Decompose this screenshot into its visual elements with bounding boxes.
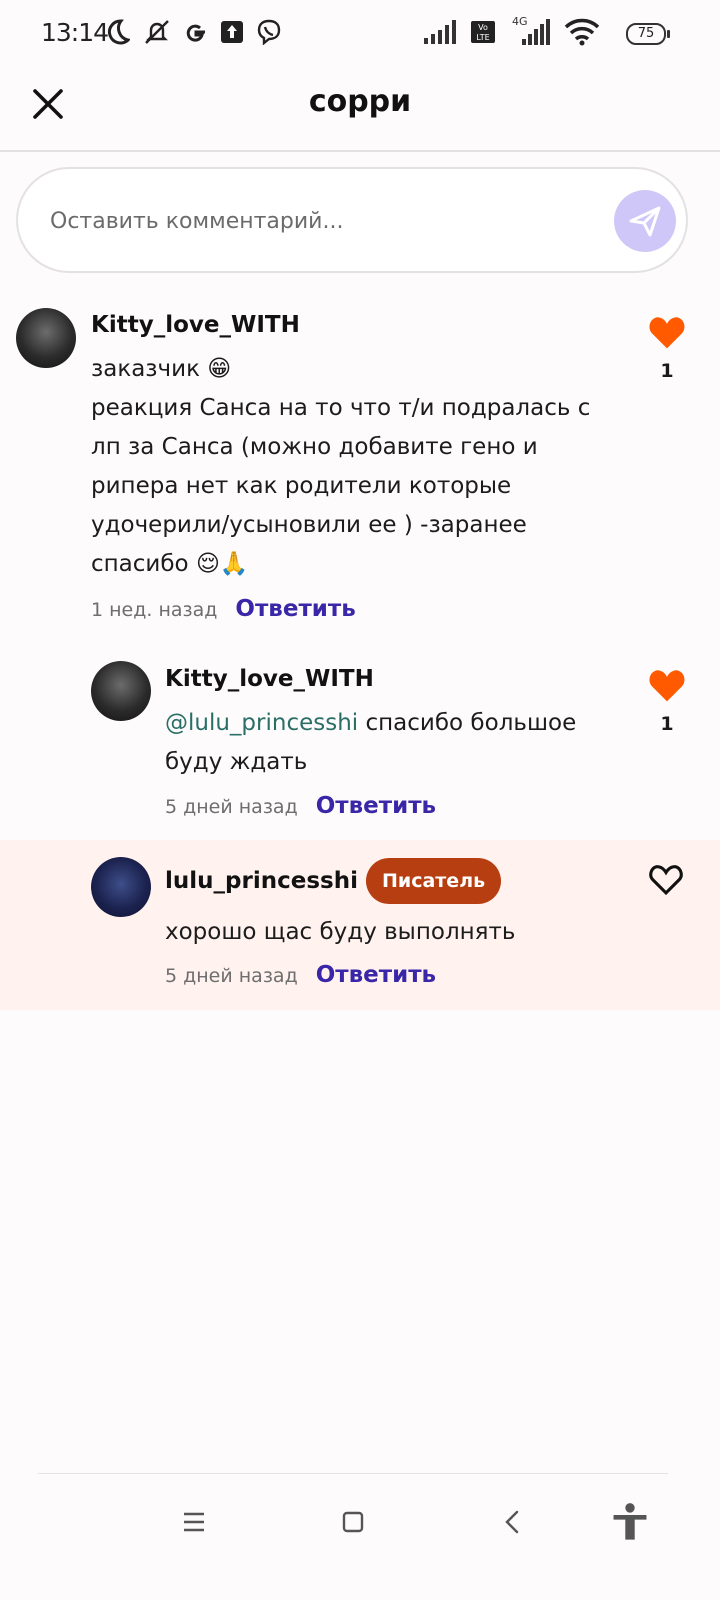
menu-icon[interactable] — [177, 1505, 211, 1539]
send-button[interactable] — [614, 190, 676, 252]
moon-icon — [108, 19, 130, 45]
comment-time: 5 дней назад — [165, 796, 298, 818]
comment-username[interactable]: Kitty_love_WITH — [91, 312, 300, 338]
google-icon — [186, 24, 205, 42]
comment-text: хорошо щас буду выполнять — [165, 919, 516, 945]
like-heart-icon[interactable] — [647, 314, 687, 350]
comment-input[interactable] — [48, 200, 592, 242]
reply-button[interactable]: Ответить — [316, 793, 436, 819]
wifi-icon — [564, 18, 600, 46]
signal-icon — [424, 20, 456, 44]
volte-icon: VoLTE — [471, 21, 495, 43]
svg-text:Vo: Vo — [478, 23, 488, 32]
comment-input-container — [16, 167, 688, 273]
writer-badge: Писатель — [366, 858, 502, 904]
header: сорри — [0, 70, 720, 152]
accessibility-icon[interactable] — [610, 1500, 650, 1544]
mention-link[interactable]: @lulu_princesshi — [165, 710, 358, 736]
comment-username[interactable]: Kitty_love_WITH — [165, 666, 374, 692]
viber-icon — [257, 19, 281, 45]
comment-text: @lulu_princesshi спасибо большое буду жд… — [165, 704, 605, 782]
battery-level: 75 — [637, 26, 655, 41]
comment-time: 1 нед. назад — [91, 599, 218, 621]
comment-username[interactable]: lulu_princesshi — [165, 868, 358, 894]
reply-button[interactable]: Ответить — [235, 596, 355, 622]
avatar[interactable] — [16, 308, 76, 368]
comment-time: 5 дней назад — [165, 965, 298, 987]
reply-button[interactable]: Ответить — [316, 962, 436, 988]
status-time: 13:14 — [41, 18, 109, 47]
battery-icon: 75 — [626, 23, 670, 45]
avatar[interactable] — [91, 661, 151, 721]
home-square-icon[interactable] — [336, 1505, 370, 1539]
comment-item: Kitty_love_WITH заказчик 😁 реакция Санса… — [0, 300, 720, 630]
like-heart-outline-icon[interactable] — [647, 862, 685, 896]
signal-4g-icon: 4G — [508, 15, 552, 45]
upload-icon — [221, 21, 243, 43]
send-icon — [629, 206, 661, 237]
comment-item: Kitty_love_WITH @lulu_princesshi спасибо… — [0, 655, 720, 835]
like-heart-icon[interactable] — [647, 667, 687, 703]
svg-text:LTE: LTE — [476, 33, 489, 42]
back-chevron-icon[interactable] — [496, 1505, 530, 1539]
page-title: сорри — [308, 84, 412, 119]
avatar[interactable] — [91, 857, 151, 917]
nav-divider — [38, 1473, 668, 1474]
like-count: 1 — [660, 360, 674, 382]
like-count: 1 — [660, 713, 674, 735]
comment-text: заказчик 😁 реакция Санса на то что т/и п… — [91, 356, 591, 577]
muted-bell-icon — [145, 20, 169, 44]
comment-item: lulu_princesshi Писатель хорошо щас буду… — [0, 840, 720, 1010]
status-bar: 13:14 Vo LTE 4G 75 — [0, 0, 720, 70]
